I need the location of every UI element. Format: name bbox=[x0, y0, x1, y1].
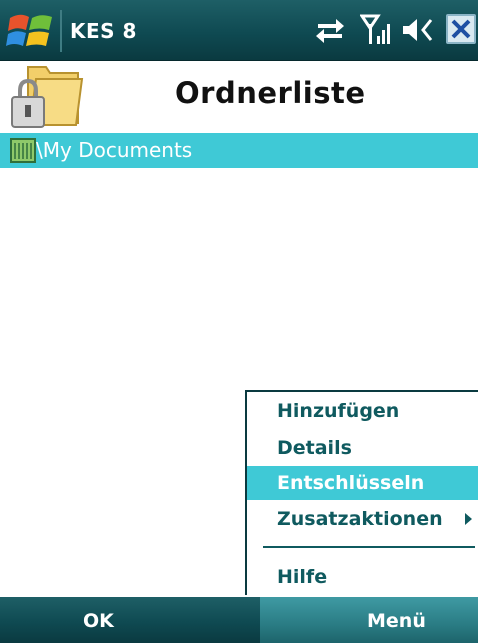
menu-item-decrypt[interactable]: Entschlüsseln bbox=[247, 466, 478, 500]
signal-icon[interactable] bbox=[360, 14, 394, 46]
submenu-arrow-icon bbox=[465, 513, 472, 525]
context-menu: Hinzufügen Details Entschlüsseln Zusatza… bbox=[245, 390, 478, 595]
close-button[interactable] bbox=[446, 14, 476, 44]
menu-item-details[interactable]: Details bbox=[247, 431, 478, 465]
folder-icon bbox=[10, 138, 36, 163]
encrypted-folder-icon bbox=[11, 66, 84, 128]
page-title: Ordnerliste bbox=[175, 76, 366, 110]
title-separator bbox=[60, 10, 62, 52]
menu-item-add[interactable]: Hinzufügen bbox=[247, 394, 478, 428]
softkey-bar: OK Menü bbox=[0, 597, 478, 643]
menu-separator bbox=[263, 546, 475, 548]
windows-start-icon[interactable] bbox=[6, 8, 56, 54]
connectivity-icon[interactable] bbox=[314, 14, 346, 44]
app-title: KES 8 bbox=[70, 19, 137, 43]
softkey-menu[interactable]: Menü bbox=[367, 610, 426, 632]
softkey-ok[interactable]: OK bbox=[83, 610, 114, 632]
close-icon bbox=[451, 19, 471, 39]
menu-item-additional-actions-label: Zusatzaktionen bbox=[277, 508, 443, 530]
page-header: Ordnerliste bbox=[0, 61, 478, 133]
menu-item-additional-actions[interactable]: Zusatzaktionen bbox=[247, 502, 478, 536]
title-bar: KES 8 bbox=[0, 0, 478, 61]
folder-path: \My Documents bbox=[36, 138, 193, 162]
volume-icon[interactable] bbox=[400, 14, 436, 46]
menu-item-help[interactable]: Hilfe bbox=[247, 560, 478, 594]
folder-list-item[interactable]: \My Documents bbox=[0, 133, 478, 168]
